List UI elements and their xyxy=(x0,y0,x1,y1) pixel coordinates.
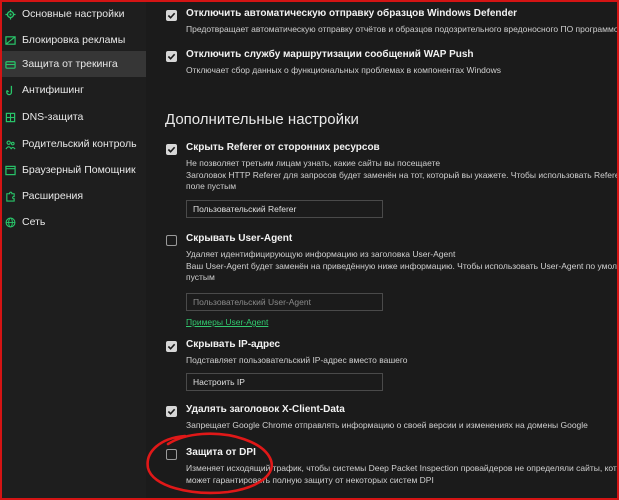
option-title: Скрывать User-Agent xyxy=(186,233,293,244)
user-agent-input[interactable]: Пользовательский User-Agent xyxy=(186,293,383,311)
sidebar-item-label: Расширения xyxy=(22,190,84,202)
option-description: Подставляет пользовательский IP-адрес вм… xyxy=(186,355,408,365)
sidebar-item-label: Браузерный Помощник xyxy=(22,164,136,176)
checkbox-checked[interactable] xyxy=(166,144,177,155)
option-description: Удаляет идентифицирующую информацию из з… xyxy=(186,249,619,282)
extensions-icon xyxy=(5,191,16,202)
parental-control-icon xyxy=(5,139,16,150)
option-title: Скрыть Referer от сторонних ресурсов xyxy=(186,142,380,153)
sidebar-item-parental-control[interactable]: Родительский контроль xyxy=(0,131,146,157)
checkbox-unchecked[interactable] xyxy=(166,449,177,460)
browser-assistant-icon xyxy=(5,165,16,176)
sidebar-item-dns-protection[interactable]: DNS-защита xyxy=(0,104,146,130)
sidebar-item-tracking-protection[interactable]: Защита от трекинга xyxy=(0,51,146,77)
dns-icon xyxy=(5,112,16,123)
option-title: Скрывать IP-адрес xyxy=(186,339,281,350)
tracking-protection-icon xyxy=(5,59,16,70)
referer-input[interactable]: Пользовательский Referer xyxy=(186,200,383,218)
option-description: Изменяет исходящий трафик, чтобы системы… xyxy=(186,463,619,485)
sidebar: Основные настройки Блокировка рекламы За… xyxy=(0,0,146,500)
option-title: Отключить автоматическую отправку образц… xyxy=(186,8,518,19)
checkbox-checked[interactable] xyxy=(166,51,177,62)
checkbox-checked[interactable] xyxy=(166,406,177,417)
network-globe-icon xyxy=(5,217,16,228)
section-title-additional: Дополнительные настройки xyxy=(165,111,359,128)
phishing-hook-icon xyxy=(5,85,16,96)
settings-content: Отключить автоматическую отправку образц… xyxy=(146,0,619,500)
ad-block-icon xyxy=(5,35,16,46)
option-description: Запрещает Google Chrome отправлять инфор… xyxy=(186,420,588,430)
sidebar-item-general-settings[interactable]: Основные настройки xyxy=(0,1,146,27)
gear-icon xyxy=(5,8,16,20)
checkbox-checked[interactable] xyxy=(166,10,177,21)
option-title: Отключить службу маршрутизации сообщений… xyxy=(186,49,474,60)
sidebar-item-network[interactable]: Сеть xyxy=(0,209,146,235)
option-title: Защита от DPI xyxy=(186,447,256,458)
checkbox-unchecked[interactable] xyxy=(166,235,177,246)
sidebar-item-ad-blocking[interactable]: Блокировка рекламы xyxy=(0,27,146,53)
option-description: Не позволяет третьим лицам узнать, какие… xyxy=(186,158,619,191)
sidebar-item-label: DNS-защита xyxy=(22,111,84,123)
sidebar-item-label: Сеть xyxy=(22,216,46,228)
sidebar-item-label: Антифишинг xyxy=(22,84,84,96)
sidebar-item-browser-assistant[interactable]: Браузерный Помощник xyxy=(0,157,146,183)
sidebar-item-label: Родительский контроль xyxy=(22,138,137,150)
option-description: Предотвращает автоматическую отправку от… xyxy=(186,24,619,34)
configure-ip-button[interactable]: Настроить IP xyxy=(186,373,383,391)
option-description: Отключает сбор данных о функциональных п… xyxy=(186,65,502,75)
sidebar-item-label: Основные настройки xyxy=(22,8,125,20)
sidebar-item-antiphishing[interactable]: Антифишинг xyxy=(0,77,146,103)
sidebar-item-label: Защита от трекинга xyxy=(22,58,118,70)
sidebar-item-extensions[interactable]: Расширения xyxy=(0,183,146,209)
checkbox-checked[interactable] xyxy=(166,341,177,352)
sidebar-item-label: Блокировка рекламы xyxy=(22,34,126,46)
option-title: Удалять заголовок X-Client-Data xyxy=(186,404,345,415)
user-agent-examples-link[interactable]: Примеры User-Agent xyxy=(186,317,268,327)
